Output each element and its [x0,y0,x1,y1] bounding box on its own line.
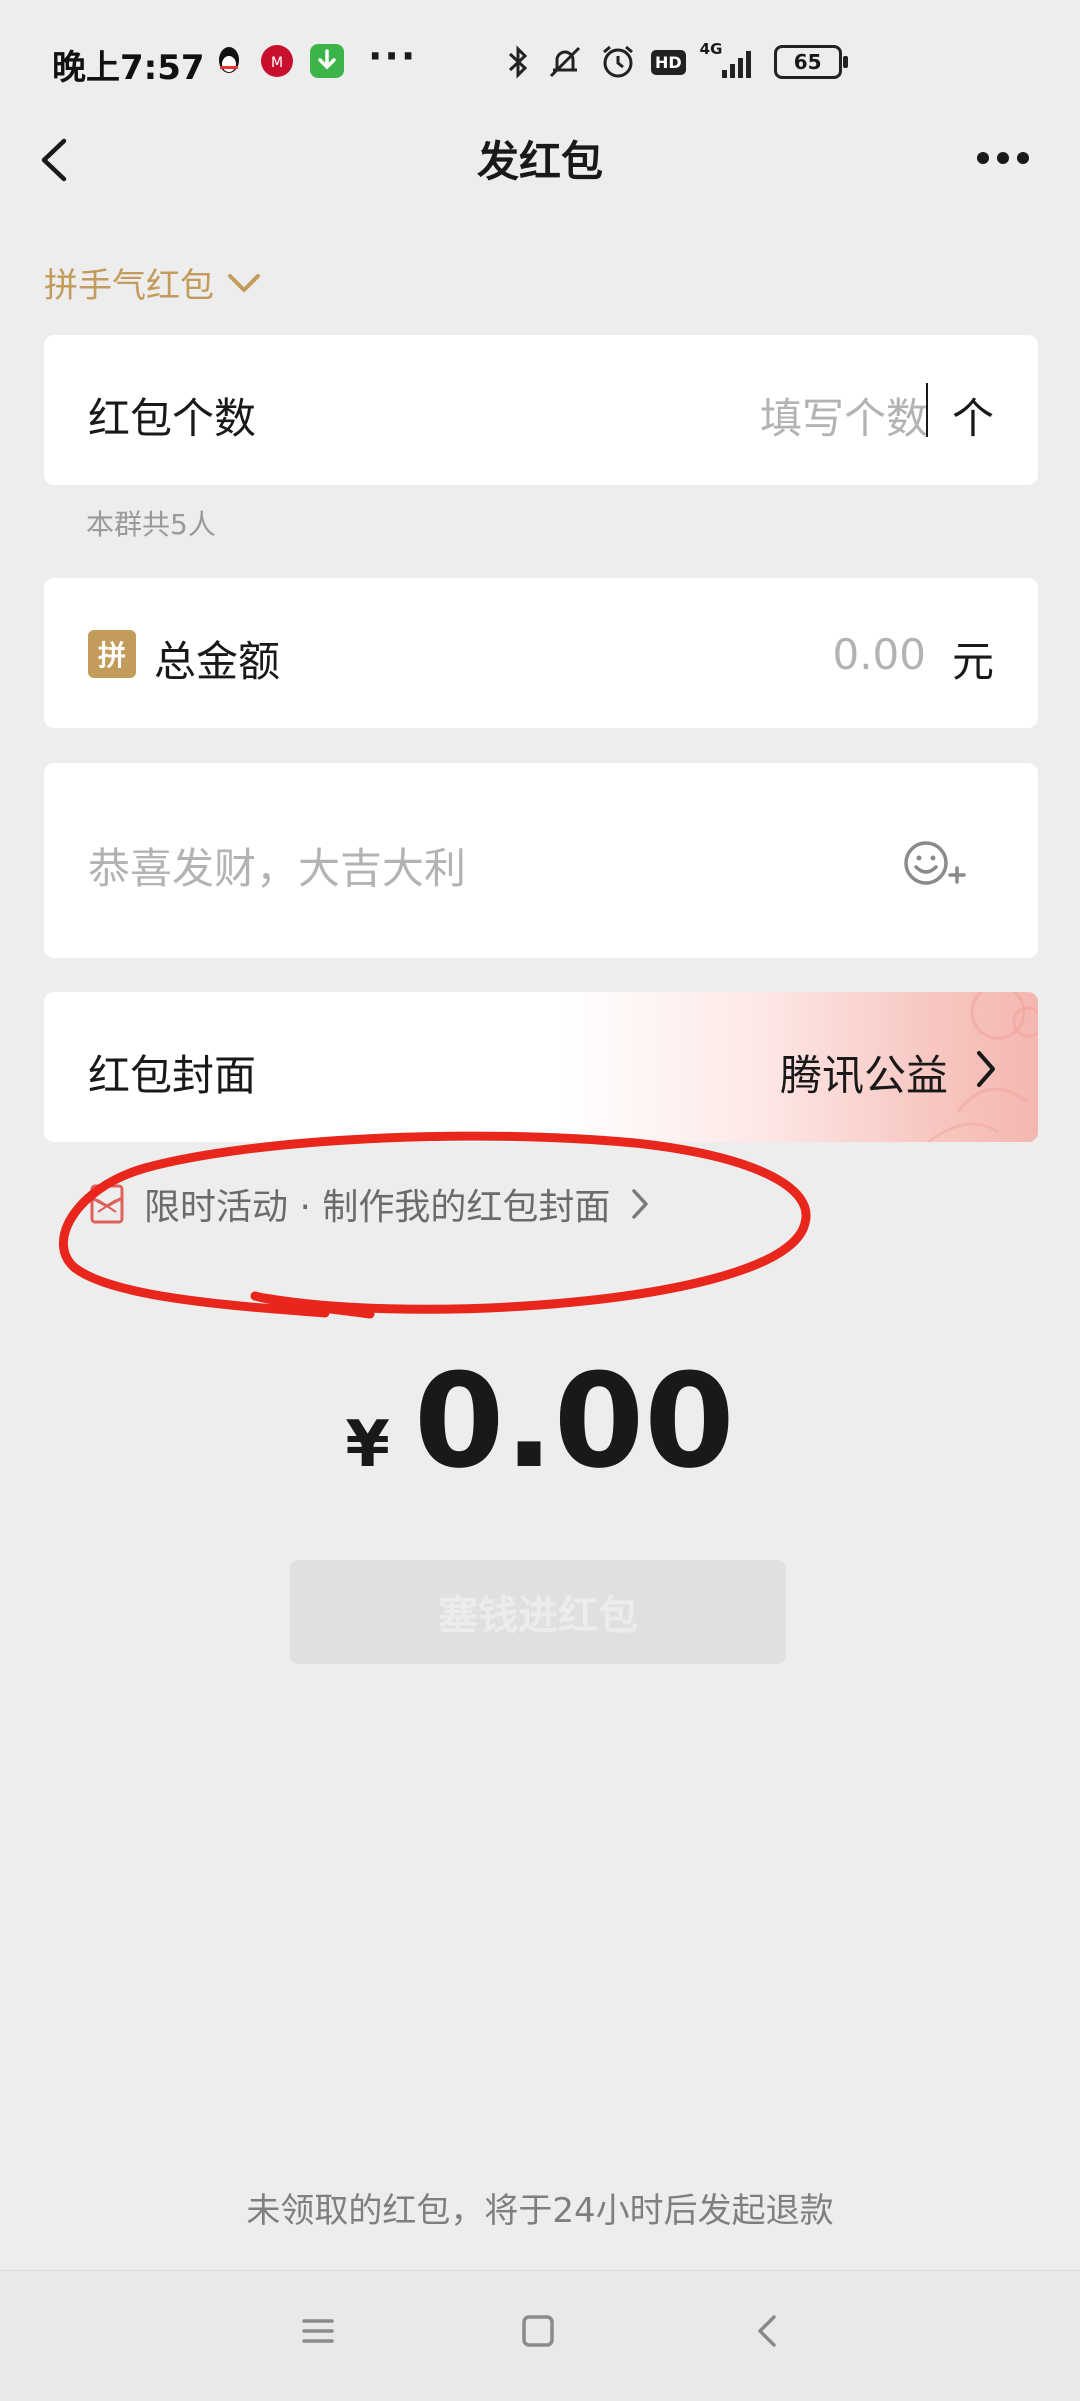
refund-notice: 未领取的红包，将于24小时后发起退款 [246,2191,834,2231]
hd-badge: HD [651,49,686,75]
status-more-icon: ··· [368,34,418,78]
annotation-circle [59,1131,811,1319]
packet-cover-value: 腾讯公益 [779,1051,948,1100]
greeting-input[interactable]: 恭喜发财，大吉大利 [88,835,466,896]
packet-type-label: 拼手气红包 [44,266,214,306]
total-amount-unit: 元 [951,637,994,686]
greeting-row[interactable]: 恭喜发财，大吉大利 [44,763,1038,958]
alarm-icon [603,45,633,78]
total-amount-label: 总金额 [154,637,281,686]
page-title: 发红包 [476,137,603,186]
packet-cover-label: 红包封面 [88,1051,257,1100]
system-navigation-bar [0,2270,1080,2401]
group-member-hint: 本群共5人 [86,508,216,541]
china-merchants-bank-icon: M [260,44,294,78]
battery-icon: 65 [773,45,848,79]
menu-icon[interactable] [300,2311,336,2351]
packet-type-selector[interactable]: 拼手气红包 [44,258,262,307]
total-amount-input[interactable]: 0.00 [832,630,926,679]
packet-count-unit: 个 [951,394,994,443]
currency-symbol: ¥ [345,1408,390,1482]
packet-count-row[interactable]: 红包个数 填写个数 个 [44,335,1038,485]
home-icon[interactable] [520,2311,556,2351]
signal-icon: 4G [700,40,760,82]
qq-icon [212,44,246,78]
random-amount-badge: 拼 [88,630,136,678]
svg-text:M: M [271,55,283,71]
packet-count-label: 红包个数 [88,394,257,443]
total-amount-row[interactable]: 拼 总金额 0.00 元 [44,578,1038,728]
bluetooth-icon [508,45,528,79]
total-amount-display: ¥ 0.00 [0,1345,1080,1497]
total-amount-value: 0.00 [413,1345,735,1497]
more-options-icon[interactable] [976,150,1030,164]
status-time: 晚上7:57 [52,48,205,88]
emoji-icon[interactable] [898,833,968,893]
send-red-packet-button[interactable]: 塞钱进红包 [290,1560,786,1664]
battery-level: 65 [793,50,822,74]
mute-notification-icon [549,46,581,78]
download-icon [310,44,344,78]
chevron-down-icon [228,273,260,292]
packet-count-input[interactable]: 填写个数 [760,385,928,446]
status-bar: 晚上7:57 M ··· HD 4G 65 [0,0,1080,130]
status-icons: HD 4G 65 [505,40,848,82]
text-cursor [926,383,928,437]
chevron-right-icon [977,1051,995,1087]
back-nav-icon[interactable] [752,2311,782,2351]
